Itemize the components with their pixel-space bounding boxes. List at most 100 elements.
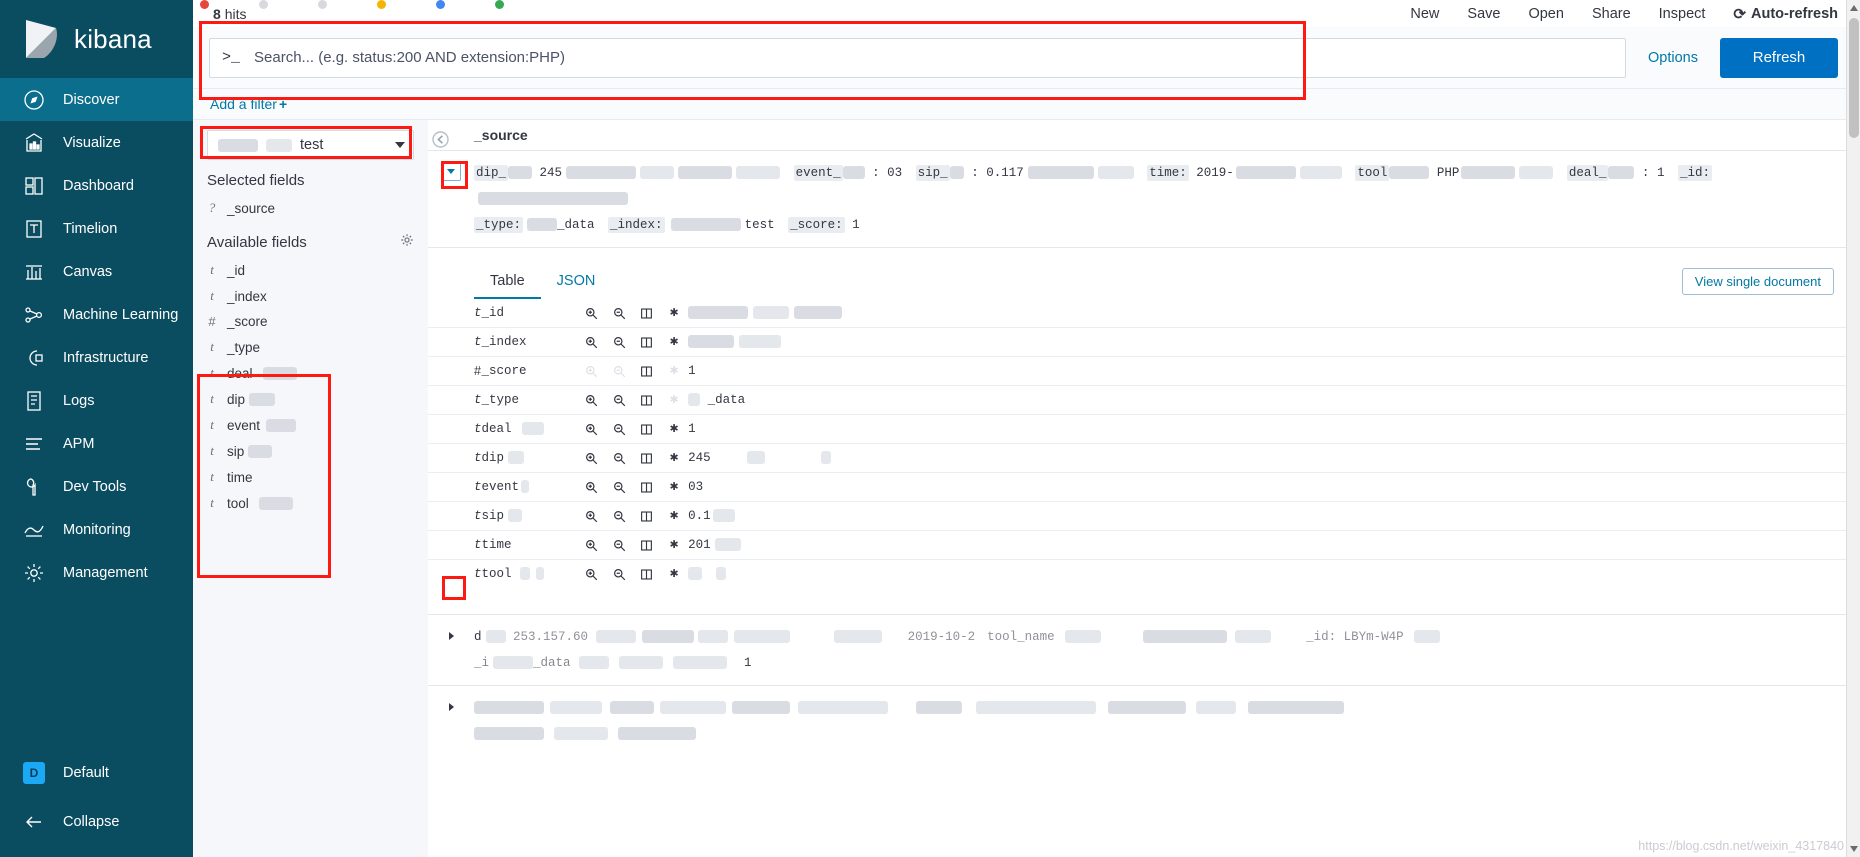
sidebar-item-visualize[interactable]: Visualize <box>0 121 193 164</box>
filter-for-field-present-icon[interactable]: ✱ <box>664 479 684 495</box>
filter-for-field-present-icon[interactable]: ✱ <box>664 508 684 524</box>
sidebar-item-label: Visualize <box>63 134 121 151</box>
field-item-time[interactable]: t time <box>193 464 428 490</box>
topbar-open-button[interactable]: Open <box>1528 6 1563 22</box>
field-item-_score[interactable]: # _score <box>193 309 428 334</box>
scroll-down-arrow-icon[interactable] <box>1850 846 1858 852</box>
toggle-column-icon[interactable] <box>637 450 657 466</box>
add-filter-button[interactable]: Add a filter + <box>210 96 287 112</box>
expand-row-toggle[interactable] <box>442 697 461 716</box>
field-value: 03 <box>688 480 704 494</box>
options-button[interactable]: Options <box>1636 50 1710 66</box>
field-item-_index[interactable]: t _index <box>193 283 428 309</box>
sidebar-item-space-default[interactable]: D Default <box>0 751 193 794</box>
sidebar-item-apm[interactable]: APM <box>0 422 193 465</box>
filter-for-field-present-icon[interactable]: ✱ <box>664 566 684 582</box>
magnify-minus-icon[interactable] <box>609 305 629 321</box>
magnify-plus-icon[interactable] <box>582 566 602 582</box>
topbar-inspect-button[interactable]: Inspect <box>1659 6 1706 22</box>
sidebar-item-discover[interactable]: Discover <box>0 78 193 121</box>
redacted-text <box>248 444 273 458</box>
sidebar-item-dashboard[interactable]: Dashboard <box>0 164 193 207</box>
magnify-minus-icon[interactable] <box>609 508 629 524</box>
magnify-plus-icon[interactable] <box>582 479 602 495</box>
sidebar-item-dev-tools[interactable]: Dev Tools <box>0 465 193 508</box>
field-item-_id[interactable]: t _id <box>193 257 428 283</box>
topbar-new-button[interactable]: New <box>1410 6 1439 22</box>
sidebar-item-monitoring[interactable]: Monitoring <box>0 508 193 551</box>
refresh-button[interactable]: Refresh <box>1720 37 1838 78</box>
toggle-column-icon[interactable] <box>637 421 657 437</box>
magnify-minus-icon[interactable] <box>609 334 629 350</box>
magnify-minus-icon[interactable] <box>609 479 629 495</box>
field-item-event[interactable]: t event <box>193 412 428 438</box>
toggle-column-icon[interactable] <box>637 305 657 321</box>
magnify-minus-icon[interactable] <box>609 566 629 582</box>
magnify-plus-icon[interactable] <box>582 305 602 321</box>
redacted-text <box>519 567 530 581</box>
table-row: t event ✱ 03 <box>428 473 1860 502</box>
index-pattern-select[interactable]: test <box>207 130 414 160</box>
magnify-minus-icon[interactable] <box>609 537 629 553</box>
sidebar-item-machine-learning[interactable]: Machine Learning <box>0 293 193 336</box>
field-item-deal[interactable]: t deal <box>193 360 428 386</box>
topbar-menu: New Save Open Share Inspect ⟳ Auto-refre… <box>1410 5 1838 23</box>
search-box[interactable]: >_ <box>209 37 1627 78</box>
collapse-left-icon[interactable] <box>432 131 449 148</box>
topbar-auto-refresh-button[interactable]: ⟳ Auto-refresh <box>1733 5 1838 23</box>
field-item-dip[interactable]: t dip <box>193 386 428 412</box>
magnify-plus-icon[interactable] <box>582 537 602 553</box>
filter-for-field-present-icon[interactable]: ✱ <box>664 305 684 321</box>
magnify-plus-icon[interactable] <box>582 392 602 408</box>
filter-for-field-present-icon[interactable]: ✱ <box>664 450 684 466</box>
field-item-_type[interactable]: t _type <box>193 334 428 360</box>
gear-icon[interactable] <box>400 233 414 251</box>
filter-for-field-present-icon[interactable]: ✱ <box>664 334 684 350</box>
filter-for-field-present-icon[interactable]: ✱ <box>664 537 684 553</box>
sidebar-collapse-button[interactable]: Collapse <box>0 800 193 843</box>
sidebar-item-canvas[interactable]: Canvas <box>0 250 193 293</box>
magnify-plus-icon[interactable] <box>582 421 602 437</box>
magnify-minus-icon[interactable] <box>609 450 629 466</box>
toggle-column-icon[interactable] <box>637 363 657 379</box>
toggle-column-icon[interactable] <box>637 537 657 553</box>
sidebar-item-infrastructure[interactable]: Infrastructure <box>0 336 193 379</box>
toggle-column-icon[interactable] <box>637 392 657 408</box>
scrollbar-thumb[interactable] <box>1849 18 1859 138</box>
toggle-column-icon[interactable] <box>637 508 657 524</box>
kibana-brand[interactable]: kibana <box>0 0 193 78</box>
magnify-plus-icon[interactable] <box>582 334 602 350</box>
field-item-sip[interactable]: t sip <box>193 438 428 464</box>
toggle-column-icon[interactable] <box>637 334 657 350</box>
redacted-text <box>698 630 729 644</box>
magnify-plus-icon[interactable] <box>582 508 602 524</box>
page-scrollbar[interactable] <box>1846 0 1860 857</box>
view-single-document-button[interactable]: View single document <box>1681 268 1834 295</box>
topbar-share-button[interactable]: Share <box>1592 6 1631 22</box>
browser-dot-blue <box>436 0 445 9</box>
field-value: 1 <box>688 364 696 378</box>
topbar-save-button[interactable]: Save <box>1467 6 1500 22</box>
sidebar-item-management[interactable]: Management <box>0 551 193 594</box>
field-item-tool[interactable]: t tool <box>193 490 428 516</box>
field-name-text: sip <box>481 509 505 523</box>
filter-for-field-present-icon[interactable]: ✱ <box>664 421 684 437</box>
redacted-text <box>716 567 727 581</box>
expand-row-toggle[interactable] <box>442 626 461 645</box>
magnify-minus-icon[interactable] <box>609 392 629 408</box>
sidebar-item-logs[interactable]: Logs <box>0 379 193 422</box>
scroll-up-arrow-icon[interactable] <box>1850 5 1858 11</box>
magnify-plus-icon[interactable] <box>582 450 602 466</box>
tab-json[interactable]: JSON <box>541 266 612 299</box>
expand-row-toggle[interactable] <box>441 162 461 181</box>
tab-table[interactable]: Table <box>474 266 541 299</box>
toggle-column-icon[interactable] <box>637 479 657 495</box>
sidebar-item-label: Infrastructure <box>63 349 149 366</box>
toggle-column-icon[interactable] <box>637 566 657 582</box>
sidebar-item-timelion[interactable]: Timelion <box>0 207 193 250</box>
redacted-text <box>566 166 637 180</box>
field-item-source[interactable]: ? _source <box>193 195 428 221</box>
magnify-minus-icon[interactable] <box>609 421 629 437</box>
browser-dot-red <box>200 0 209 9</box>
search-input[interactable] <box>252 38 1614 77</box>
